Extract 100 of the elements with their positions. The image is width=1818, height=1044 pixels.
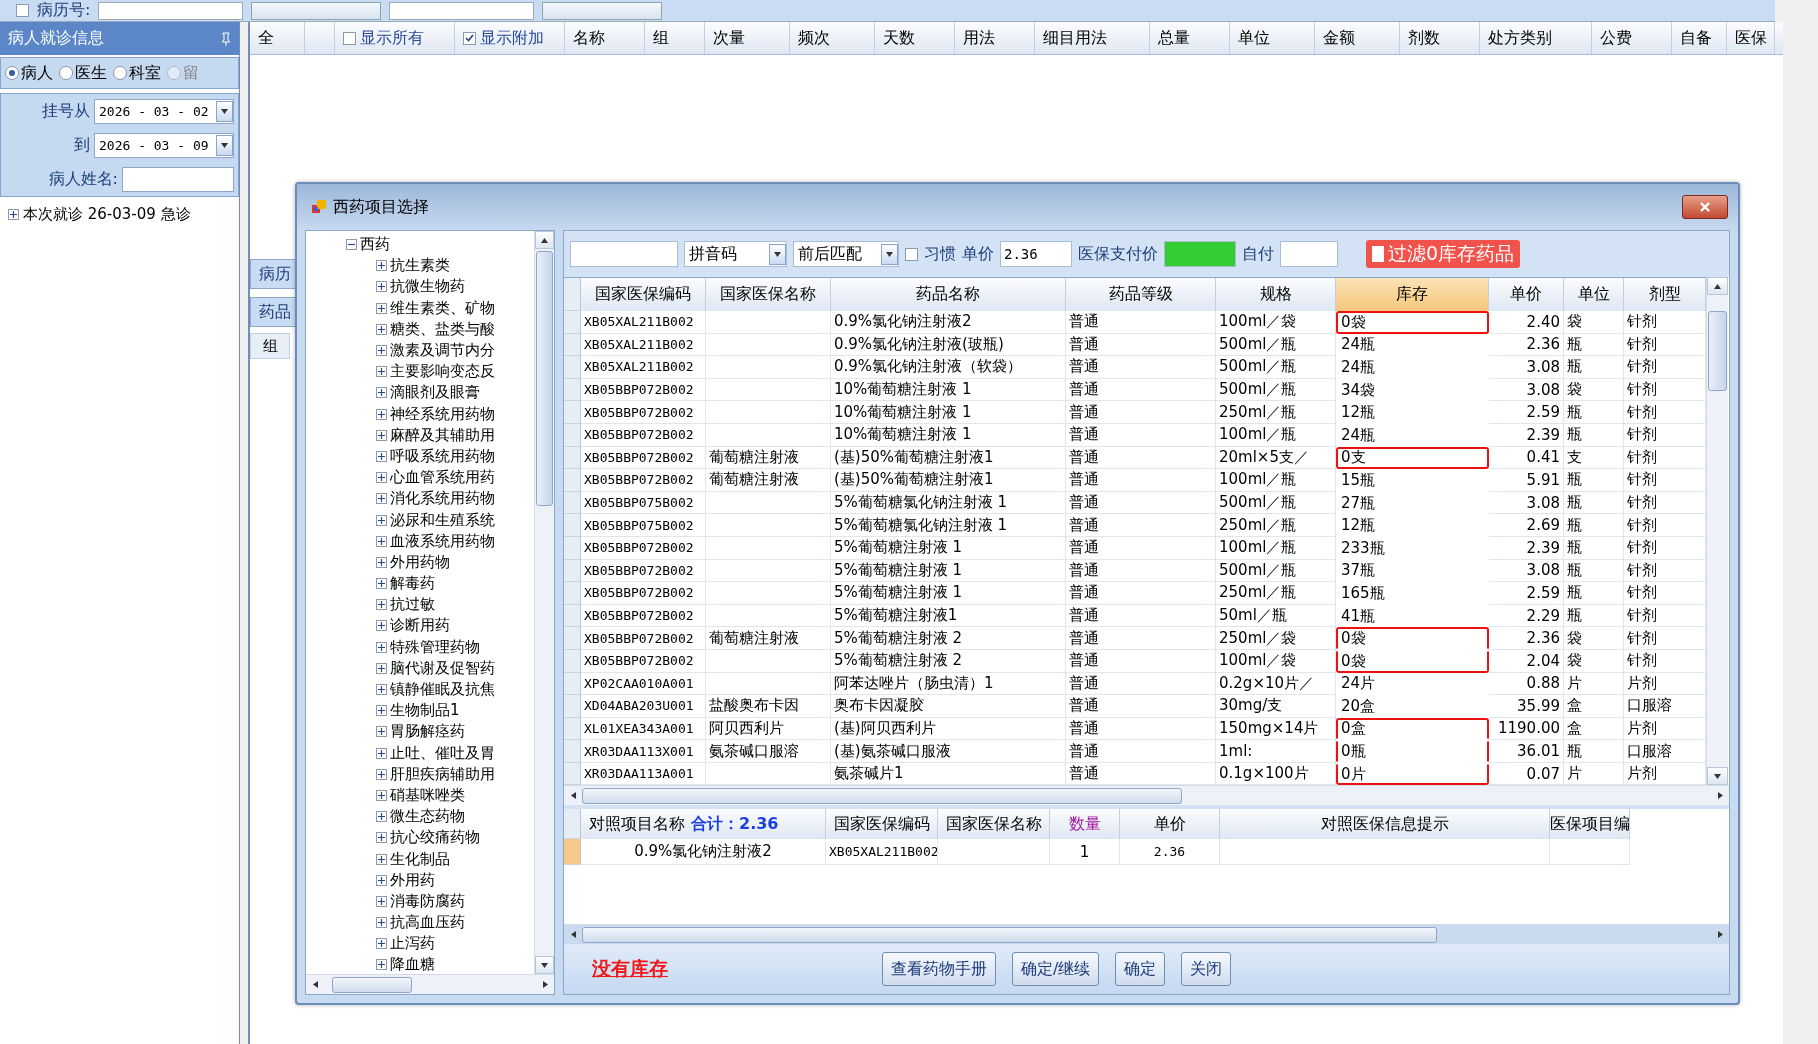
column-header[interactable]: 医保项目编 <box>1550 813 1629 835</box>
tree-item[interactable]: 消毒防腐药 <box>390 891 465 911</box>
tree-item[interactable]: 胃肠解痉药 <box>390 722 465 742</box>
date-to-field[interactable]: 2026 - 03 - 09 <box>94 132 234 158</box>
expand-toggle[interactable] <box>376 641 387 653</box>
expand-toggle[interactable] <box>376 853 387 865</box>
radio-label[interactable]: 科室 <box>129 62 161 84</box>
expand-toggle[interactable] <box>376 323 387 335</box>
radio-button[interactable] <box>59 66 73 80</box>
row-header[interactable] <box>564 311 581 334</box>
tree-item[interactable]: 解毒药 <box>390 574 435 594</box>
expand-toggle[interactable] <box>376 472 387 484</box>
column-header[interactable]: 库存 <box>1336 278 1489 311</box>
tree-item[interactable]: 麻醉及其辅助用 <box>390 425 495 445</box>
radio-label[interactable]: 医生 <box>75 62 107 84</box>
row-header[interactable] <box>564 649 581 673</box>
expand-toggle[interactable] <box>376 450 387 462</box>
row-header[interactable] <box>564 469 581 492</box>
column-header[interactable]: 用法 <box>955 22 1035 54</box>
expand-toggle[interactable] <box>376 895 387 907</box>
column-header[interactable]: 数量 <box>1068 813 1101 835</box>
tree-item[interactable]: 泌尿和生殖系统 <box>390 510 495 530</box>
row-header[interactable] <box>564 604 581 628</box>
column-header[interactable]: 剂数 <box>1400 22 1480 54</box>
visit-item[interactable]: 本次就诊 26-03-09 急诊 <box>23 205 191 224</box>
row-header[interactable] <box>564 333 581 357</box>
scrollbar[interactable] <box>306 974 554 994</box>
column-header[interactable]: 总量 <box>1150 22 1230 54</box>
expand-toggle[interactable] <box>376 535 387 547</box>
column-header[interactable]: 单位 <box>1564 278 1624 311</box>
tree-item[interactable]: 外用药 <box>390 870 435 890</box>
expand-toggle[interactable] <box>376 917 387 929</box>
row-header[interactable] <box>564 514 581 537</box>
tree-item[interactable]: 肝胆疾病辅助用 <box>390 764 495 784</box>
tree-item[interactable]: 诊断用药 <box>390 616 450 636</box>
expand-toggle[interactable] <box>376 747 387 759</box>
row-header[interactable] <box>564 536 581 560</box>
expand-toggle[interactable] <box>376 429 387 441</box>
patient-name-field[interactable] <box>122 166 234 192</box>
tree-item[interactable]: 硝基咪唑类 <box>390 785 465 805</box>
expand-toggle[interactable] <box>376 281 387 293</box>
column-header[interactable]: 自备 <box>1672 22 1727 54</box>
row-header[interactable] <box>564 582 581 605</box>
tree-item[interactable]: 激素及调节内分 <box>390 341 495 361</box>
tree-item[interactable]: 心血管系统用药 <box>390 468 495 488</box>
expand-toggle[interactable] <box>376 556 387 568</box>
expand-toggle[interactable] <box>376 366 387 378</box>
expand-toggle[interactable] <box>376 387 387 399</box>
dropdown-button[interactable] <box>216 100 233 122</box>
close-button[interactable] <box>1682 195 1728 219</box>
row-header[interactable] <box>564 446 581 470</box>
column-header[interactable]: 规格 <box>1216 278 1336 311</box>
tree-item[interactable]: 抗高血压药 <box>390 913 465 933</box>
expand-toggle[interactable] <box>376 302 387 314</box>
column-header[interactable]: 组 <box>645 22 705 54</box>
row-header[interactable] <box>564 740 581 763</box>
self-pay-field[interactable] <box>1280 241 1338 267</box>
scroll-thumb[interactable] <box>332 976 412 993</box>
scrollbar[interactable] <box>534 231 554 974</box>
column-header[interactable]: 国家医保编码 <box>581 278 706 311</box>
column-header[interactable]: 国家医保名称 <box>706 278 831 311</box>
tree-item[interactable]: 止泻药 <box>390 934 435 954</box>
row-header[interactable] <box>564 559 581 583</box>
radio-button[interactable] <box>5 66 19 80</box>
scrollbar[interactable] <box>1706 277 1728 786</box>
expand-toggle[interactable] <box>376 789 387 801</box>
tree-item[interactable]: 止吐、催吐及胃 <box>390 743 495 763</box>
expand-toggle[interactable] <box>8 209 19 220</box>
price-field[interactable]: 2.36 <box>1000 241 1072 267</box>
scroll-thumb[interactable] <box>1708 311 1727 391</box>
row-header[interactable] <box>564 491 581 515</box>
search-field[interactable] <box>570 241 678 267</box>
column-header[interactable]: 药品等级 <box>1066 278 1216 311</box>
toolbar-control[interactable] <box>251 1 382 20</box>
column-header[interactable]: 公费 <box>1592 22 1672 54</box>
scroll-thumb[interactable] <box>536 251 553 506</box>
row-header[interactable] <box>564 839 581 866</box>
column-header[interactable]: 单价 <box>1489 278 1564 311</box>
scrollbar[interactable] <box>564 924 1729 944</box>
row-header[interactable] <box>564 762 581 786</box>
expand-toggle[interactable] <box>376 408 387 420</box>
tree-item[interactable]: 镇静催眠及抗焦 <box>390 680 495 700</box>
expand-toggle[interactable] <box>376 832 387 844</box>
expand-toggle[interactable] <box>376 260 387 272</box>
tree-item[interactable]: 降血糖 <box>390 955 435 974</box>
row-header[interactable] <box>564 378 581 402</box>
row-header[interactable] <box>564 627 581 650</box>
expand-toggle[interactable] <box>376 684 387 696</box>
code-type-dropdown[interactable]: 拼音码 <box>684 241 787 267</box>
column-header[interactable]: 天数 <box>875 22 955 54</box>
record-number-field[interactable] <box>98 1 244 20</box>
scrollbar[interactable] <box>564 785 1729 806</box>
dropdown-button[interactable] <box>769 243 786 265</box>
row-header[interactable] <box>564 717 581 741</box>
tree-item[interactable]: 特殊管理药物 <box>390 637 480 657</box>
tree-item[interactable]: 抗微生物药 <box>390 277 465 297</box>
column-header[interactable]: 金额 <box>1315 22 1400 54</box>
insurance-price-field[interactable] <box>1164 241 1236 267</box>
column-header[interactable]: 单价 <box>1153 813 1186 835</box>
dialog-button[interactable]: 确定 <box>1115 952 1166 986</box>
